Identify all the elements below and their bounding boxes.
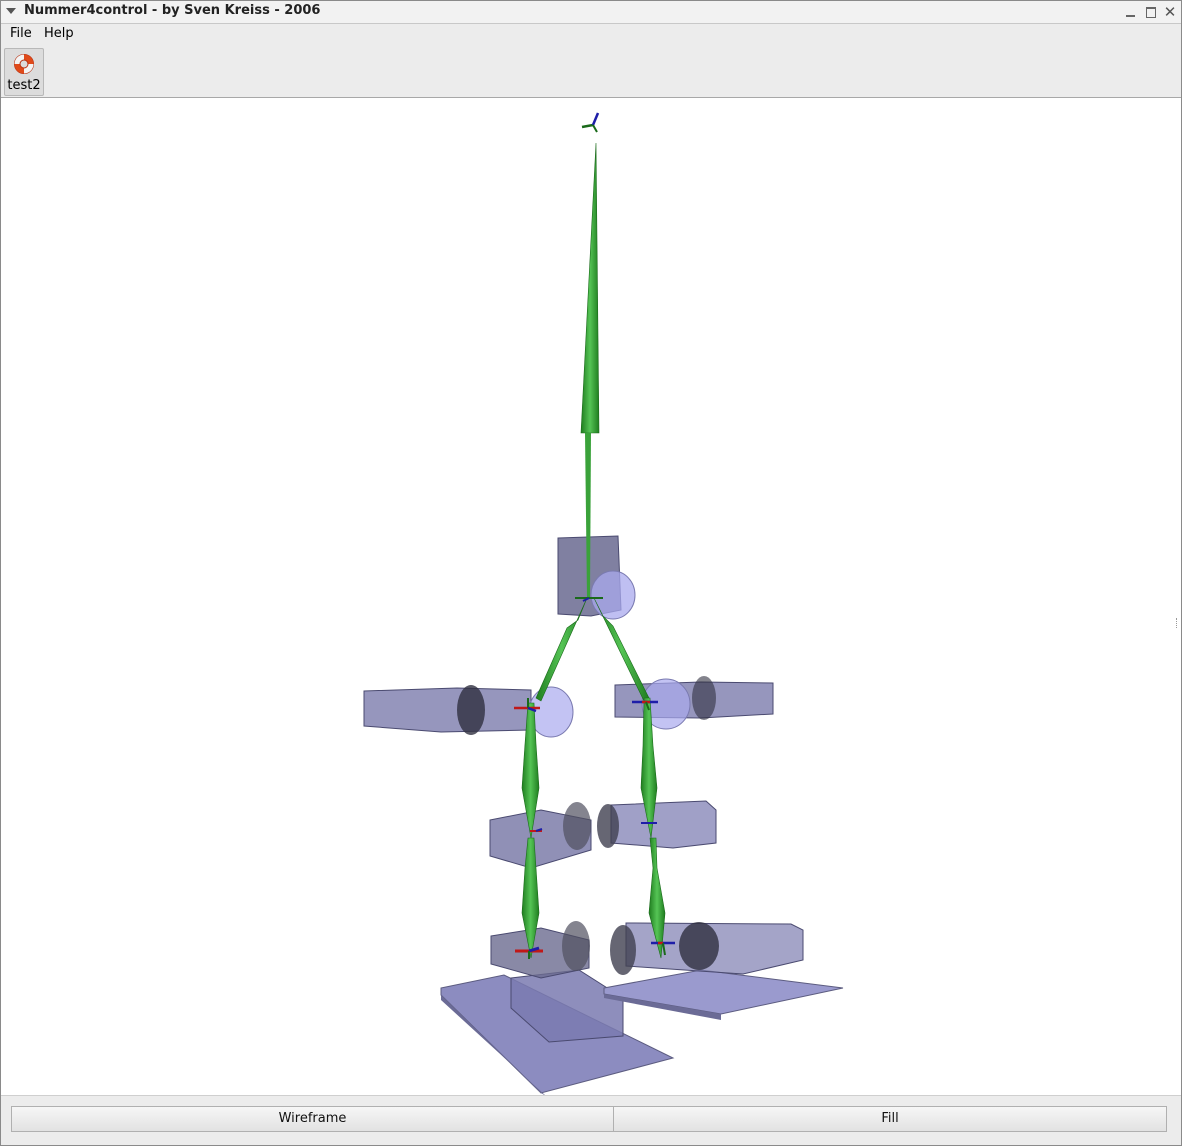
hip-parts bbox=[363, 676, 774, 738]
resize-grip[interactable] bbox=[1176, 618, 1180, 628]
menu-bar: File Help bbox=[1, 24, 1181, 45]
window-title: Nummer4control - by Sven Kreiss - 2006 bbox=[24, 3, 321, 18]
window-menu-arrow-icon[interactable] bbox=[6, 8, 16, 14]
torso-parts bbox=[557, 535, 636, 620]
title-bar: Nummer4control - by Sven Kreiss - 2006 ✕ bbox=[1, 1, 1181, 24]
fill-button[interactable]: Fill bbox=[613, 1106, 1167, 1132]
test2-label: test2 bbox=[7, 78, 41, 93]
wireframe-button[interactable]: Wireframe bbox=[11, 1106, 614, 1132]
knee-parts bbox=[489, 800, 717, 869]
maximize-icon[interactable] bbox=[1143, 4, 1159, 20]
lifebuoy-icon bbox=[14, 54, 34, 74]
menu-file[interactable]: File bbox=[10, 26, 32, 41]
toolbar: test2 bbox=[1, 45, 1181, 98]
test2-button[interactable]: test2 bbox=[4, 48, 44, 96]
right-foot bbox=[603, 969, 844, 1020]
bottom-button-bar: Wireframe Fill bbox=[1, 1097, 1181, 1145]
minimize-icon[interactable] bbox=[1123, 4, 1139, 20]
menu-help[interactable]: Help bbox=[44, 26, 74, 41]
close-icon[interactable]: ✕ bbox=[1162, 4, 1178, 20]
3d-viewport[interactable] bbox=[1, 98, 1181, 1096]
robot-model bbox=[363, 112, 844, 1095]
application-window: Nummer4control - by Sven Kreiss - 2006 ✕… bbox=[0, 0, 1182, 1146]
